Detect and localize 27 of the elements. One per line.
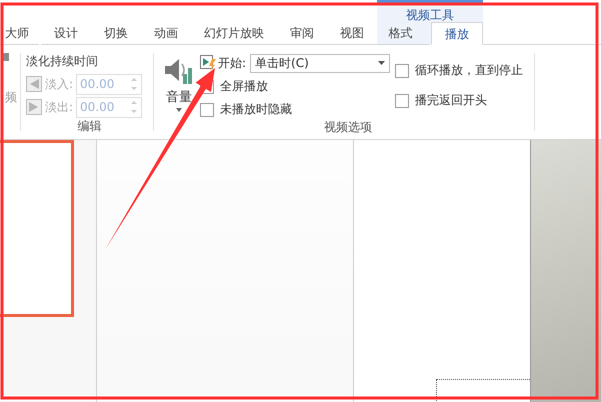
group-label: 编辑 <box>76 118 102 135</box>
checkbox[interactable]: 未播放时隐藏 <box>200 100 292 119</box>
field-label: 淡出: <box>45 98 74 116</box>
speaker-icon <box>163 56 195 86</box>
ribbon-tab[interactable]: 动画 <box>141 22 191 45</box>
ribbon-tab[interactable]: 幻灯片放映 <box>191 22 277 45</box>
field-label: 淡入: <box>45 76 74 93</box>
group-title: 淡化持续时间 <box>26 53 99 70</box>
ribbon-tab[interactable]: 设计 <box>41 22 91 45</box>
start-play-icon <box>200 55 216 71</box>
ribbon-tab[interactable]: 播放 <box>431 22 483 45</box>
start-label: 开始: <box>218 54 246 72</box>
fade-out-icon <box>26 99 42 116</box>
ribbon-tab[interactable]: 审阅 <box>277 22 327 45</box>
selected-slide-thumbnail[interactable] <box>0 140 74 317</box>
fade-in-icon <box>26 76 42 92</box>
ribbon-tab[interactable]: 切换 <box>91 22 141 45</box>
group-label: 视频选项 <box>323 119 373 136</box>
dropdown-caret-icon <box>176 108 182 112</box>
ribbon-tab[interactable]: 格式 <box>377 22 429 45</box>
volume-button[interactable]: 音量 <box>162 53 196 119</box>
ribbon-tab[interactable]: 大师 <box>0 22 39 45</box>
checkbox[interactable]: 播完返回开头 <box>395 91 488 110</box>
checkbox[interactable]: 循环播放，直到停止 <box>395 61 524 80</box>
ribbon-button-label: 频 <box>5 89 17 106</box>
dropdown-caret-icon <box>378 61 386 65</box>
start-dropdown[interactable]: 单击时(C) <box>250 54 390 72</box>
